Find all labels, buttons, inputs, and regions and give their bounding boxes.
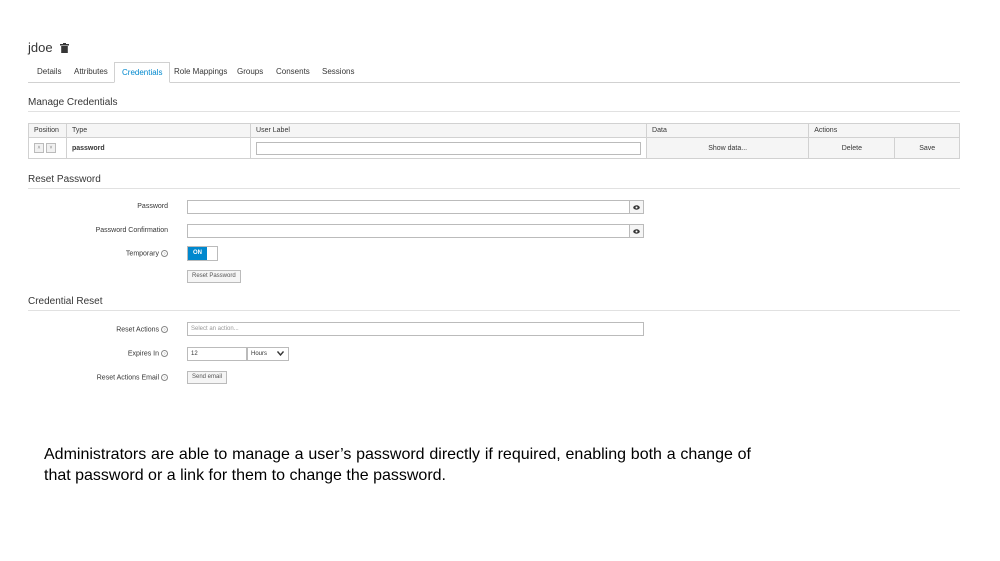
toggle-on-label: ON <box>188 247 207 260</box>
divider <box>28 310 960 311</box>
temporary-label-row: Temporary? <box>28 250 168 257</box>
eye-icon[interactable] <box>629 201 643 213</box>
table-header-row: Position Type User Label Data Actions <box>28 123 960 138</box>
reset-actions-email-label-row: Reset Actions Email? <box>28 374 168 381</box>
column-header-actions: Actions <box>808 123 960 138</box>
temporary-label: Temporary <box>125 250 159 258</box>
expires-in-label-row: Expires In? <box>28 350 168 357</box>
reset-actions-email-label: Reset Actions Email <box>96 374 159 382</box>
password-field[interactable] <box>187 200 644 214</box>
move-down-button[interactable]: ˅ <box>46 143 56 153</box>
column-header-position: Position <box>28 123 67 138</box>
column-header-user-label: User Label <box>250 123 648 138</box>
tab-details[interactable]: Details <box>30 62 68 81</box>
tab-credentials[interactable]: Credentials <box>114 62 171 83</box>
password-confirmation-label: Password Confirmation <box>95 227 168 234</box>
credential-reset-heading: Credential Reset <box>28 296 103 307</box>
show-data-button[interactable]: Show data... <box>646 137 810 159</box>
tab-attributes[interactable]: Attributes <box>67 62 115 81</box>
expires-unit-value: Hours <box>251 351 268 357</box>
eye-icon[interactable] <box>629 225 643 237</box>
help-icon: ? <box>161 374 168 381</box>
user-label-input[interactable] <box>256 141 642 155</box>
table-row: ˄ ˅ password Show data... Delete Save <box>28 137 960 159</box>
expires-unit-select[interactable]: Hours <box>247 347 289 361</box>
tab-sessions[interactable]: Sessions <box>315 62 361 81</box>
tab-consents[interactable]: Consents <box>269 62 317 81</box>
help-icon: ? <box>161 326 168 333</box>
page-title: jdoe <box>28 40 53 55</box>
divider <box>28 188 960 189</box>
column-header-data: Data <box>646 123 810 138</box>
chevron-down-icon <box>277 351 284 356</box>
reset-actions-label: Reset Actions <box>116 326 159 334</box>
reset-password-button[interactable]: Reset Password <box>187 270 241 283</box>
slide-caption: Administrators are able to manage a user… <box>44 446 751 484</box>
password-value <box>188 210 191 216</box>
credential-type: password <box>65 137 252 159</box>
divider <box>28 111 960 112</box>
expires-in-input[interactable]: 12 <box>187 347 247 361</box>
tab-bar: Details Attributes Credentials Role Mapp… <box>28 62 960 83</box>
column-header-type: Type <box>65 123 252 138</box>
reset-actions-select[interactable]: Select an action... <box>187 322 644 336</box>
toggle-handle <box>207 247 217 260</box>
send-email-button[interactable]: Send email <box>187 371 228 384</box>
position-cell: ˄ ˅ <box>28 137 67 159</box>
user-label-cell <box>250 137 648 159</box>
save-button[interactable]: Save <box>894 137 960 159</box>
password-confirmation-field[interactable] <box>187 224 644 238</box>
expires-in-label: Expires In <box>127 350 159 358</box>
password-label: Password <box>137 203 168 210</box>
trash-icon[interactable] <box>60 43 69 53</box>
help-icon: ? <box>161 250 168 257</box>
reset-password-heading: Reset Password <box>28 174 101 185</box>
help-icon: ? <box>161 350 168 357</box>
delete-button[interactable]: Delete <box>808 137 896 159</box>
reset-actions-label-row: Reset Actions? <box>28 326 168 333</box>
move-up-button[interactable]: ˄ <box>34 143 44 153</box>
password-confirmation-value <box>188 234 191 240</box>
manage-credentials-heading: Manage Credentials <box>28 97 118 108</box>
tab-groups[interactable]: Groups <box>230 62 270 81</box>
temporary-toggle[interactable]: ON <box>187 246 218 261</box>
credentials-table: Position Type User Label Data Actions ˄ ˅… <box>28 123 960 159</box>
tab-role-mappings[interactable]: Role Mappings <box>167 62 234 81</box>
reset-actions-placeholder: Select an action... <box>191 326 239 332</box>
